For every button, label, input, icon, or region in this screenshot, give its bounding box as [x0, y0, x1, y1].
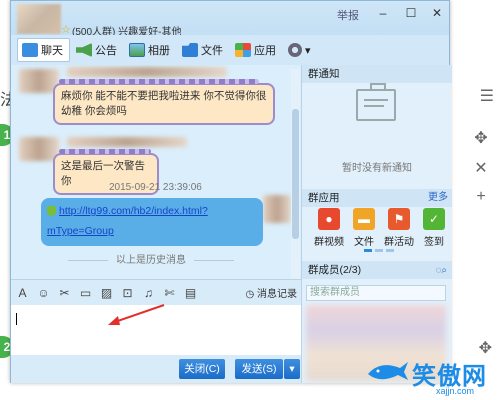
tab-label: 文件: [201, 45, 223, 57]
action-bar: 关闭(C) 发送(S) ▾: [11, 355, 301, 383]
app-files[interactable]: ▬ 文件: [347, 208, 381, 248]
screenshot-icon[interactable]: ⊡: [120, 286, 135, 300]
folder-icon: ▬: [353, 208, 375, 230]
list-icon[interactable]: ☰: [480, 86, 494, 106]
bubble-decoration: [59, 149, 151, 154]
message-bubble[interactable]: 麻烦你 能不能不要把我啦进来 你不觉得你很幼稚 你会烦吗: [53, 79, 275, 125]
bubble-decoration: [59, 79, 259, 84]
pager-dot[interactable]: [375, 249, 383, 252]
report-link[interactable]: 举报: [337, 7, 359, 23]
notice-icon: [76, 43, 92, 57]
right-panel: 群通知 暂时没有新通知 群应用 更多 ● 群视频 ▬ 文件 ⚑ 群活动 ✓ 签到: [301, 65, 452, 383]
tab-apps[interactable]: 应用: [231, 38, 282, 62]
tab-label: 公告: [95, 45, 117, 57]
video-icon: ●: [318, 208, 340, 230]
member-search-input[interactable]: 搜索群成员: [306, 285, 446, 301]
tab-notice[interactable]: 公告: [72, 38, 123, 62]
message-timestamp: 2015-09-21 23:39:06: [109, 182, 202, 193]
minimize-icon[interactable]: –: [375, 5, 391, 21]
app-checkin[interactable]: ✓ 签到: [417, 208, 451, 248]
more-apps-link[interactable]: 更多: [428, 189, 448, 207]
emoji-icon[interactable]: ☺: [36, 286, 51, 300]
title-bar[interactable]: ☆ (500人群) 兴趣爱好-其他 举报 – ☐ ✕: [11, 1, 449, 38]
magic-icon[interactable]: ✂: [57, 286, 72, 300]
close-icon[interactable]: ✕: [429, 5, 445, 21]
sender-name: [67, 67, 227, 77]
search-icon[interactable]: ◌⌕: [435, 265, 447, 276]
tab-album[interactable]: 相册: [125, 38, 176, 62]
message-record-label: 消息记录: [257, 289, 297, 300]
shark-logo-icon: [368, 362, 408, 380]
no-notice-text: 暂时没有新通知: [342, 163, 412, 174]
font-icon[interactable]: A: [15, 286, 30, 300]
move-icon[interactable]: ✥: [479, 338, 492, 358]
members-panel-title: 群成员(2/3): [302, 261, 452, 279]
group-chat-window: ☆ (500人群) 兴趣爱好-其他 举报 – ☐ ✕ 聊天 公告 相册 文件 应…: [10, 0, 452, 383]
message-text: 麻烦你 能不能不要把我啦进来 你不觉得你很幼稚 你会烦吗: [61, 90, 267, 117]
send-button[interactable]: 发送(S): [235, 359, 283, 379]
app-group-activity[interactable]: ⚑ 群活动: [382, 208, 416, 248]
image-icon[interactable]: ▨: [99, 286, 114, 300]
chat-history[interactable]: 麻烦你 能不能不要把我啦进来 你不觉得你很幼稚 你会烦吗 这是最后一次警告你 2…: [11, 65, 301, 279]
chat-scrollbar[interactable]: [291, 69, 300, 279]
music-icon[interactable]: ♫: [141, 286, 156, 300]
my-avatar[interactable]: [263, 195, 291, 223]
watermark: 笑傲网 xajjn.com: [366, 356, 496, 396]
app-label: 群活动: [384, 237, 414, 248]
gear-icon: [288, 43, 302, 57]
scissors-icon[interactable]: ✄: [162, 286, 177, 300]
message-record-button[interactable]: ◷ 消息记录: [245, 285, 297, 300]
flag-icon: ⚑: [388, 208, 410, 230]
notice-line: [364, 105, 384, 107]
apps-panel-title: 群应用 更多: [302, 189, 452, 207]
close-icon[interactable]: ✕: [474, 158, 487, 178]
link-message-bubble[interactable]: http://ltg99.com/hb2/index.html? mType=G…: [41, 198, 263, 246]
tab-label: 相册: [148, 45, 170, 57]
chat-icon: [22, 43, 38, 57]
pager-dot[interactable]: [386, 249, 394, 252]
app-label: 签到: [424, 237, 444, 248]
sender-name: [67, 137, 187, 147]
scrollbar-thumb[interactable]: [292, 109, 299, 239]
red-arrow-annotation: [108, 304, 165, 325]
group-toolbar: 聊天 公告 相册 文件 应用 ▾: [11, 35, 449, 65]
shield-icon: [47, 206, 56, 217]
tab-chat[interactable]: 聊天: [17, 38, 70, 62]
text-caret: [16, 313, 17, 325]
group-avatar[interactable]: [17, 4, 61, 34]
send-options-button[interactable]: ▾: [284, 359, 300, 379]
checkmark-icon: ✓: [423, 208, 445, 230]
page-right-tools: ✥ ✕ +: [470, 128, 492, 206]
chevron-down-icon: ▾: [305, 44, 311, 57]
apps-icon: [235, 43, 251, 57]
app-label: 群视频: [314, 237, 344, 248]
maximize-icon[interactable]: ☐: [403, 5, 419, 21]
message-link[interactable]: http://ltg99.com/hb2/index.html?: [59, 205, 208, 217]
notice-board-icon: [356, 83, 396, 121]
add-icon[interactable]: +: [476, 188, 485, 206]
window-shake-icon[interactable]: ▭: [78, 286, 93, 300]
apps-title-text: 群应用: [308, 192, 340, 204]
pager-dot[interactable]: [364, 249, 372, 252]
settings-button[interactable]: ▾: [284, 38, 317, 62]
album-icon: [129, 43, 145, 57]
tab-label: 聊天: [41, 45, 63, 57]
tab-label: 应用: [254, 45, 276, 57]
app-group-video[interactable]: ● 群视频: [312, 208, 346, 248]
folder-icon: [182, 43, 198, 57]
apps-pager[interactable]: [364, 249, 394, 252]
app-label: 文件: [354, 237, 374, 248]
close-button[interactable]: 关闭(C): [179, 359, 225, 379]
notice-panel-title: 群通知: [302, 65, 452, 83]
tab-files[interactable]: 文件: [178, 38, 229, 62]
watermark-url: xajjn.com: [436, 386, 475, 396]
move-icon[interactable]: ✥: [474, 128, 487, 148]
history-divider: 以上是历史消息: [11, 251, 291, 266]
notice-line: [364, 99, 388, 101]
clock-icon: ◷: [245, 289, 257, 300]
more-tools-icon[interactable]: ▤: [183, 286, 198, 300]
message-link-continued[interactable]: mType=Group: [47, 225, 114, 237]
